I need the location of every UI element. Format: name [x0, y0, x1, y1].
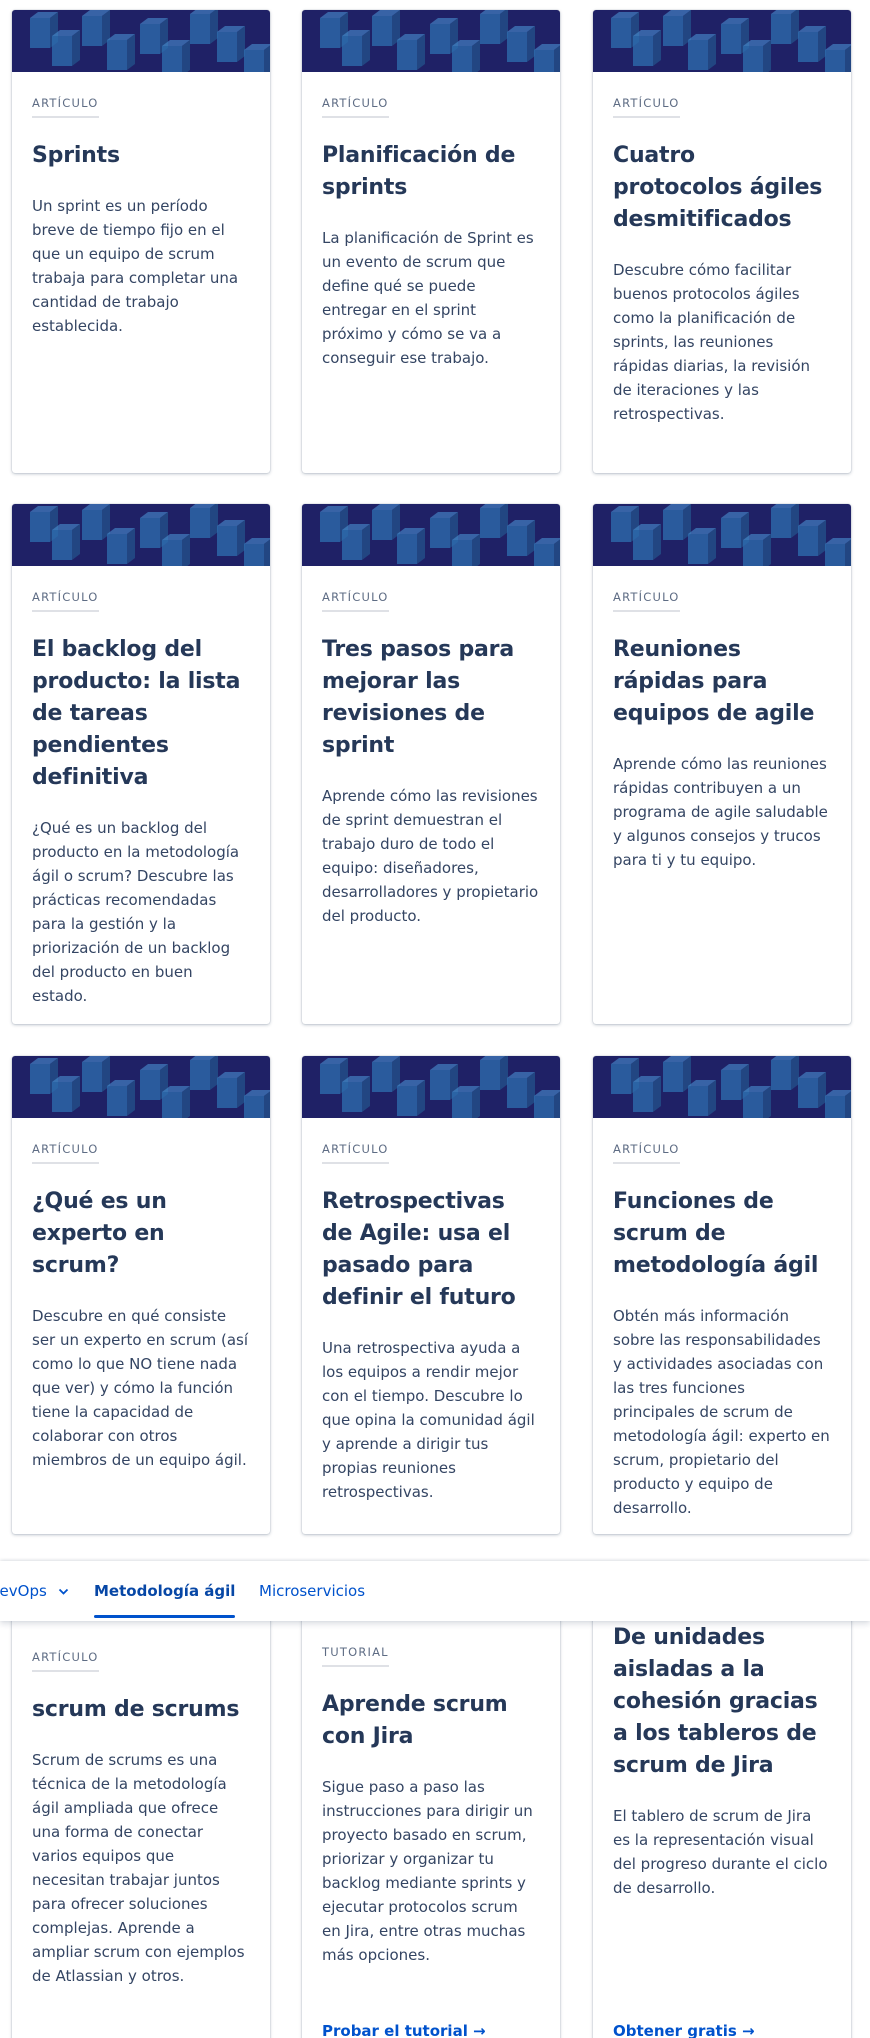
card-banner-image: [302, 504, 560, 566]
try-tutorial-link[interactable]: Probar el tutorial →: [322, 2022, 486, 2038]
card-standups[interactable]: ARTÍCULO Reuniones rápidas para equipos …: [593, 504, 851, 1024]
card-description: Un sprint es un período breve de tiempo …: [32, 197, 239, 335]
chevron-down-icon: [58, 1588, 68, 1595]
card-eyebrow: ARTÍCULO: [613, 590, 680, 612]
card-retrospectives[interactable]: ARTÍCULO Retrospectivas de Agile: usa el…: [302, 1056, 560, 1534]
card-title[interactable]: El backlog del producto: la lista de tar…: [32, 634, 250, 794]
card-eyebrow: ARTÍCULO: [32, 1650, 99, 1672]
card-jira-scrum-board[interactable]: De unidades aisladas a la cohesión graci…: [593, 1600, 851, 2038]
card-banner-image: [593, 504, 851, 566]
card-description: Aprende cómo las revisiones de sprint de…: [322, 787, 539, 925]
card-title[interactable]: Planificación de sprints: [322, 140, 540, 204]
card-agile-ceremonies[interactable]: ARTÍCULO Cuatro protocolos ágiles desmit…: [593, 10, 851, 473]
card-description: Sigue paso a paso las instrucciones para…: [322, 1778, 533, 1964]
card-eyebrow: ARTÍCULO: [613, 96, 680, 118]
card-title[interactable]: Retrospectivas de Agile: usa el pasado p…: [322, 1186, 540, 1314]
card-title[interactable]: Cuatro protocolos ágiles desmitificados: [613, 140, 831, 236]
subnav-item-devops[interactable]: DevOps: [0, 1561, 69, 1621]
subnav-item-label: Microservicios: [259, 1582, 366, 1600]
subnav-item-microservices[interactable]: Microservicios: [259, 1561, 365, 1621]
card-product-backlog[interactable]: ARTÍCULO El backlog del producto: la lis…: [12, 504, 270, 1024]
card-description: Scrum de scrums es una técnica de la met…: [32, 1751, 245, 1985]
card-eyebrow: ARTÍCULO: [32, 1142, 99, 1164]
card-title[interactable]: Funciones de scrum de metodología ágil: [613, 1186, 831, 1282]
card-description: Una retrospectiva ayuda a los equipos a …: [322, 1339, 535, 1501]
get-free-link[interactable]: Obtener gratis →: [613, 2022, 755, 2038]
card-description: Descubre en qué consiste ser un experto …: [32, 1307, 248, 1469]
card-description: Aprende cómo las reuniones rápidas contr…: [613, 755, 828, 869]
card-title[interactable]: scrum de scrums: [32, 1694, 250, 1726]
card-title[interactable]: De unidades aisladas a la cohesión graci…: [613, 1622, 831, 1782]
card-banner-image: [12, 504, 270, 566]
card-scrum-roles[interactable]: ARTÍCULO Funciones de scrum de metodolog…: [593, 1056, 851, 1534]
card-title[interactable]: Reuniones rápidas para equipos de agile: [613, 634, 831, 730]
card-eyebrow: ARTÍCULO: [613, 1142, 680, 1164]
card-eyebrow: ARTÍCULO: [322, 590, 389, 612]
card-description: Obtén más información sobre las responsa…: [613, 1307, 830, 1517]
card-banner-image: [302, 10, 560, 72]
card-eyebrow: ARTÍCULO: [32, 590, 99, 612]
sub-navigation-bar: DevOps Metodología ágil Microservicios: [0, 1561, 870, 1621]
subnav-item-agile[interactable]: Metodología ágil: [94, 1561, 236, 1621]
card-description: La planificación de Sprint es un evento …: [322, 229, 534, 367]
card-banner-image: [593, 1056, 851, 1118]
card-sprints[interactable]: ARTÍCULO Sprints Un sprint es un período…: [12, 10, 270, 473]
card-sprint-planning[interactable]: ARTÍCULO Planificación de sprints La pla…: [302, 10, 560, 473]
card-jira-scrum-tutorial[interactable]: TUTORIAL Aprende scrum con Jira Sigue pa…: [302, 1600, 560, 2038]
card-scrum-of-scrums[interactable]: ARTÍCULO scrum de scrums Scrum de scrums…: [12, 1600, 270, 2038]
card-eyebrow: TUTORIAL: [322, 1645, 389, 1667]
card-description: El tablero de scrum de Jira es la repres…: [613, 1807, 828, 1897]
card-title[interactable]: Sprints: [32, 140, 250, 172]
card-title[interactable]: Tres pasos para mejorar las revisiones d…: [322, 634, 540, 762]
card-banner-image: [12, 1056, 270, 1118]
card-banner-image: [593, 10, 851, 72]
card-description: ¿Qué es un backlog del producto en la me…: [32, 819, 240, 1005]
subnav-item-label: Metodología ágil: [94, 1582, 236, 1600]
card-eyebrow: ARTÍCULO: [32, 96, 99, 118]
card-eyebrow: ARTÍCULO: [322, 96, 389, 118]
card-banner-image: [12, 10, 270, 72]
card-title[interactable]: ¿Qué es un experto en scrum?: [32, 1186, 250, 1282]
card-description: Descubre cómo facilitar buenos protocolo…: [613, 261, 811, 423]
card-title[interactable]: Aprende scrum con Jira: [322, 1689, 540, 1753]
subnav-item-label: DevOps: [0, 1582, 47, 1600]
card-banner-image: [302, 1056, 560, 1118]
card-scrum-master[interactable]: ARTÍCULO ¿Qué es un experto en scrum? De…: [12, 1056, 270, 1534]
card-sprint-reviews[interactable]: ARTÍCULO Tres pasos para mejorar las rev…: [302, 504, 560, 1024]
card-eyebrow: ARTÍCULO: [322, 1142, 389, 1164]
